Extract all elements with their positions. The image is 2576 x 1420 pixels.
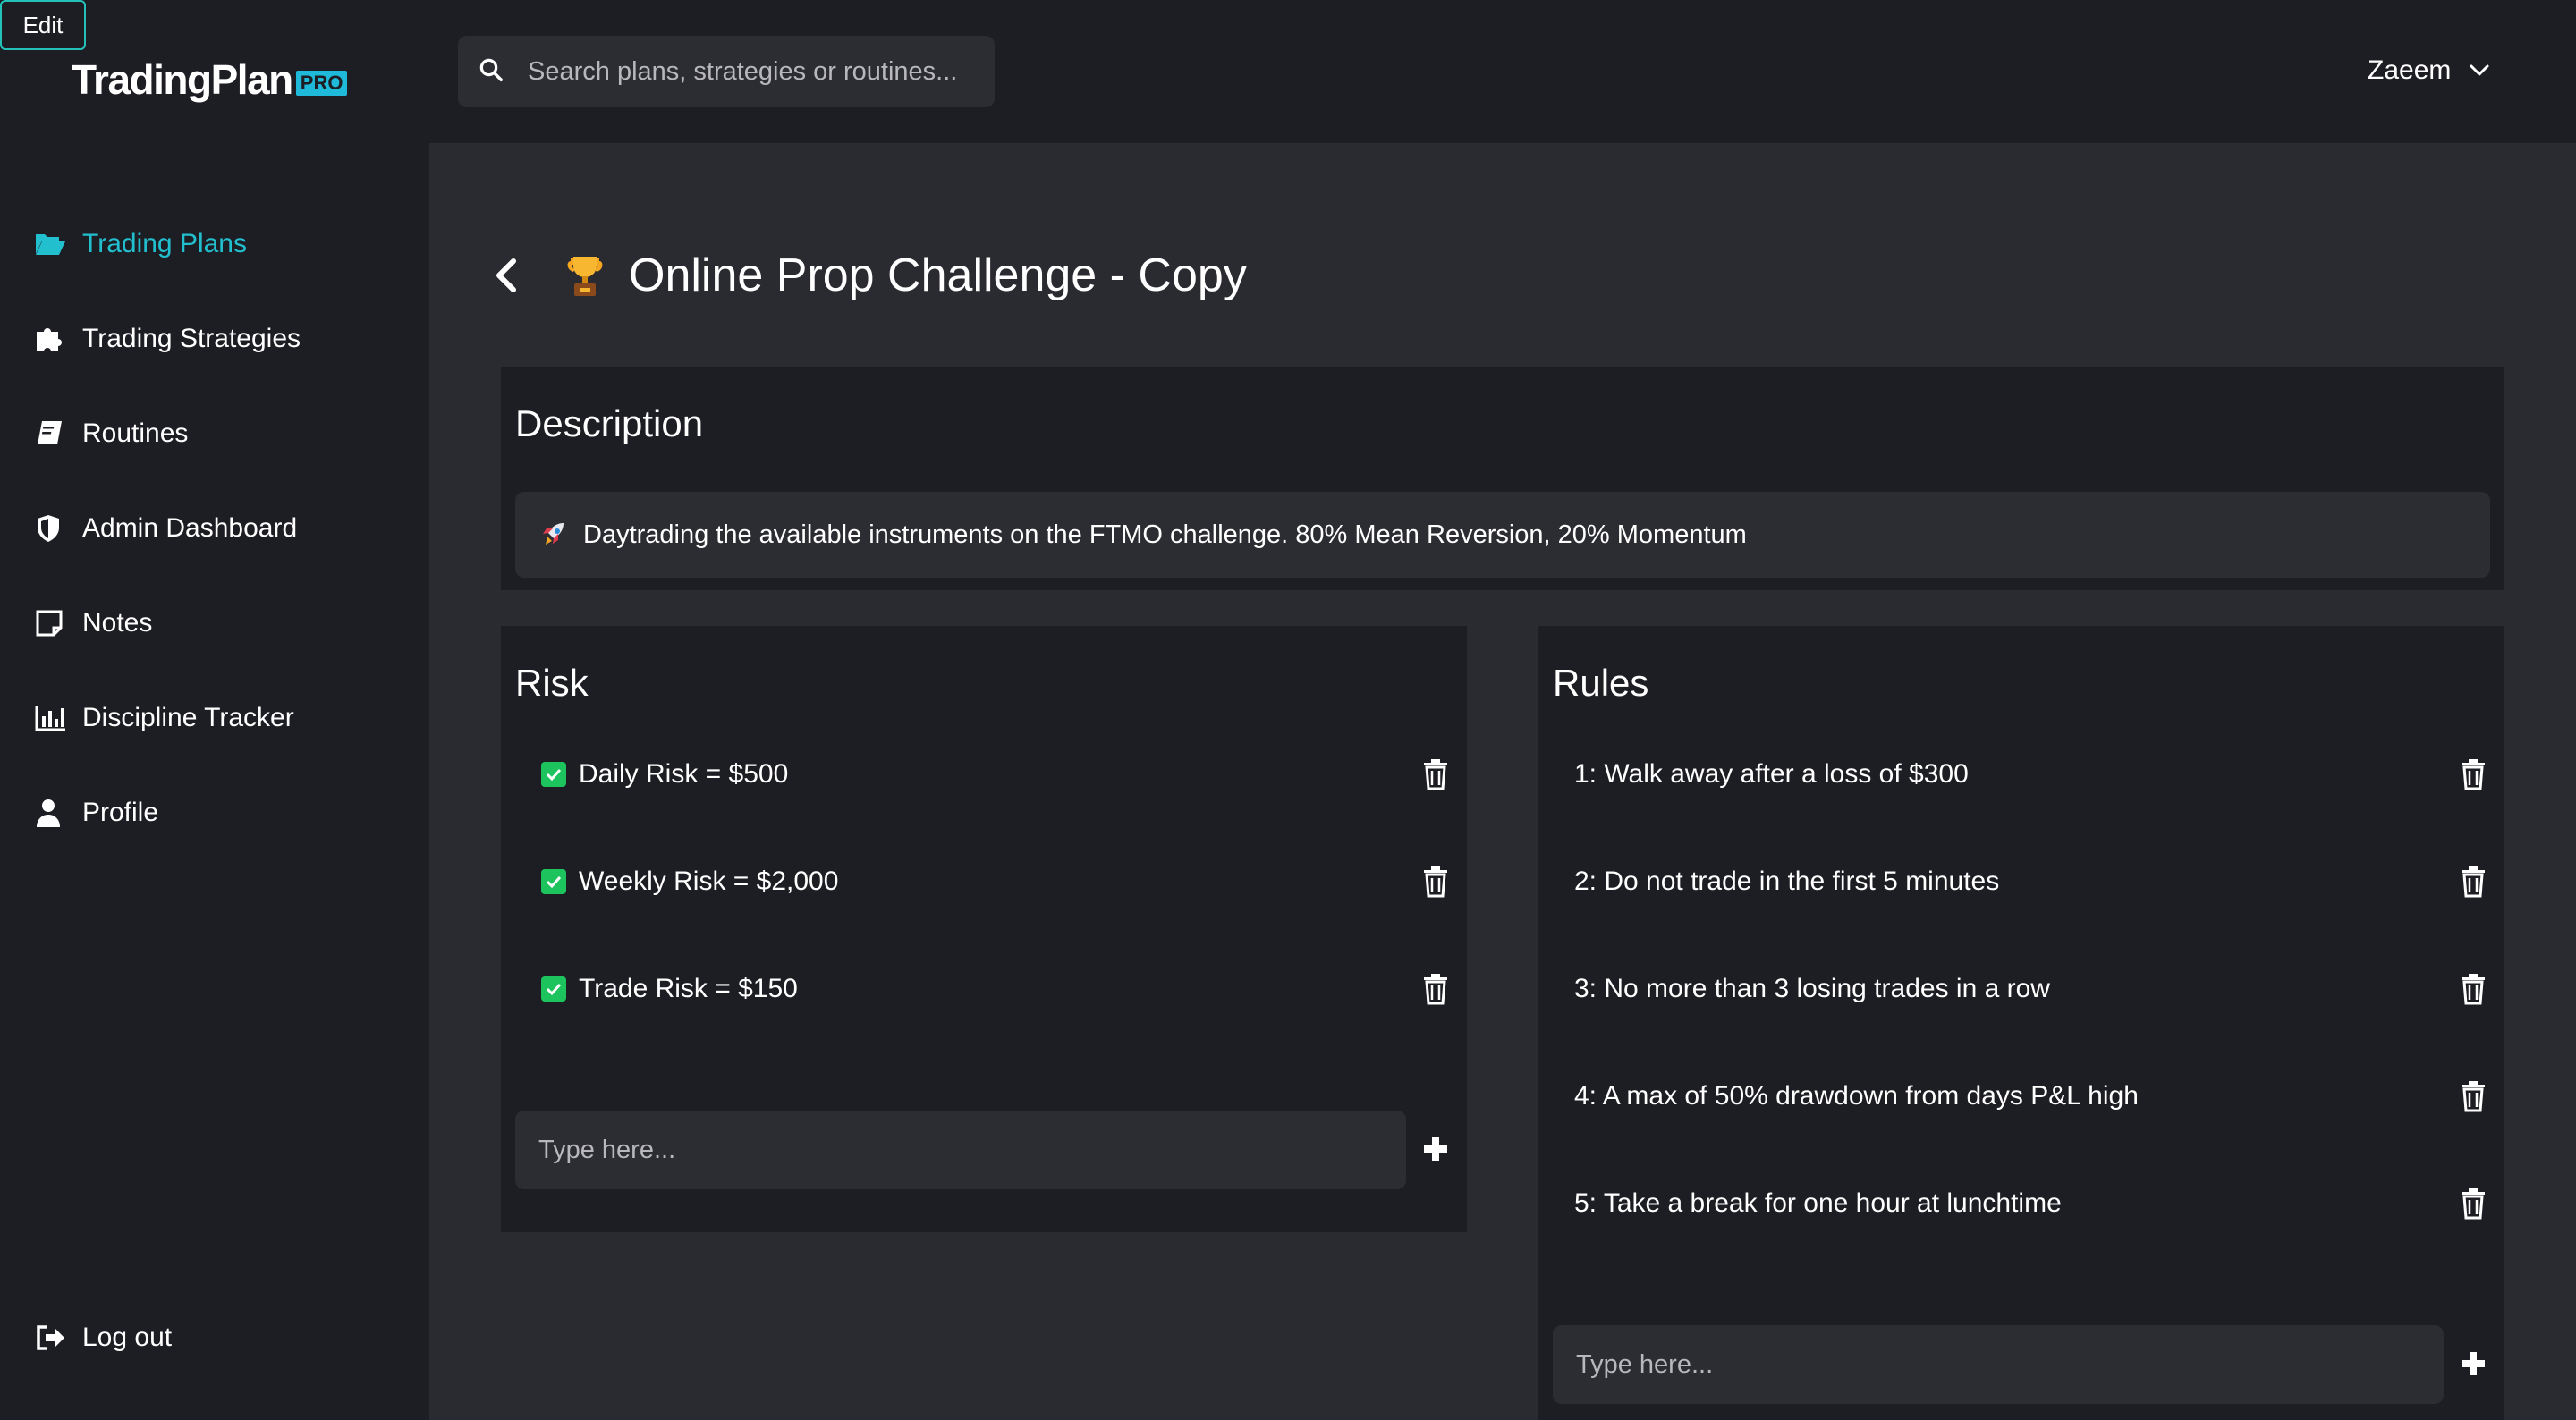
logo-text: TradingPlan (72, 56, 293, 103)
risk-item-label: Weekly Risk = $2,000 (579, 866, 839, 896)
user-name: Zaeem (2368, 55, 2452, 85)
sidebar-item-label: Profile (82, 798, 159, 827)
rule-item-label: 4: A max of 50% drawdown from days P&L h… (1574, 1081, 2139, 1111)
trash-icon[interactable] (1422, 973, 1449, 1005)
trash-icon[interactable] (2460, 758, 2487, 790)
trash-icon[interactable] (2460, 1188, 2487, 1220)
checkbox[interactable] (541, 762, 566, 787)
back-arrow-icon[interactable] (490, 256, 522, 295)
folder-open-icon (34, 226, 70, 262)
sidebar-item-label: Discipline Tracker (82, 703, 294, 732)
trash-icon[interactable] (2460, 866, 2487, 898)
description-box[interactable]: Daytrading the available instruments on … (515, 492, 2490, 578)
rule-item-label: 2: Do not trade in the first 5 minutes (1574, 866, 2000, 896)
rule-item: 2: Do not trade in the first 5 minutes (1574, 855, 1999, 909)
sidebar-item-label: Trading Strategies (82, 324, 301, 353)
chevron-down-icon (2470, 64, 2489, 76)
risk-item-label: Daily Risk = $500 (579, 759, 789, 789)
trash-icon[interactable] (2460, 1080, 2487, 1112)
sidebar-item-label: Routines (82, 418, 189, 448)
book-icon (34, 416, 70, 452)
sidebar-item-label: Trading Plans (82, 229, 247, 258)
plus-icon[interactable] (2460, 1350, 2487, 1377)
edit-button[interactable]: Edit (0, 0, 86, 50)
rule-item-label: 3: No more than 3 losing trades in a row (1574, 974, 2050, 1003)
plus-icon[interactable] (1422, 1136, 1449, 1162)
user-icon (34, 795, 70, 831)
risk-item: Weekly Risk = $2,000 (541, 855, 838, 909)
puzzle-icon (34, 321, 70, 357)
rules-add-field[interactable] (1553, 1325, 2444, 1404)
sidebar-item-discipline-tracker[interactable]: Discipline Tracker (34, 691, 294, 745)
sidebar-item-trading-strategies[interactable]: Trading Strategies (34, 312, 301, 366)
trash-icon[interactable] (2460, 973, 2487, 1005)
sidebar-item-trading-plans[interactable]: Trading Plans (34, 217, 247, 271)
sidebar-item-admin-dashboard[interactable]: Admin Dashboard (34, 502, 297, 555)
risk-item: Trade Risk = $150 (541, 962, 798, 1016)
rocket-icon (543, 523, 564, 545)
user-menu[interactable]: Zaeem (2368, 55, 2490, 86)
risk-add-field[interactable] (515, 1111, 1406, 1189)
shield-icon (34, 511, 70, 546)
sidebar-item-notes[interactable]: Notes (34, 596, 152, 650)
rules-panel: Rules (1538, 626, 2504, 1420)
description-panel: Description Daytrading the available ins… (501, 367, 2504, 590)
description-text: Daytrading the available instruments on … (583, 520, 1747, 549)
sidebar-item-label: Admin Dashboard (82, 513, 298, 543)
risk-item: Daily Risk = $500 (541, 748, 788, 801)
rules-add-input[interactable] (1574, 1348, 2360, 1381)
checkbox[interactable] (541, 976, 566, 1002)
description-heading: Description (515, 402, 704, 444)
trash-icon[interactable] (1422, 866, 1449, 898)
search-bar[interactable] (458, 36, 995, 107)
bar-chart-icon (34, 700, 70, 736)
page-title: Online Prop Challenge - Copy (629, 249, 1247, 301)
rule-item-label: 1: Walk away after a loss of $300 (1574, 759, 1969, 789)
logout-label: Log out (82, 1323, 173, 1352)
note-icon (34, 605, 70, 641)
search-icon (478, 56, 504, 88)
rule-item: 1: Walk away after a loss of $300 (1574, 748, 1969, 801)
logo[interactable]: TradingPlan PRO (72, 55, 348, 104)
rules-heading: Rules (1553, 662, 1649, 704)
logo-badge: PRO (295, 71, 348, 96)
search-input[interactable] (526, 55, 977, 88)
logout-button[interactable]: Log out (34, 1311, 172, 1365)
rule-item: 3: No more than 3 losing trades in a row (1574, 962, 2050, 1016)
logout-icon (34, 1320, 70, 1356)
rule-item-label: 5: Take a break for one hour at lunchtim… (1574, 1188, 2062, 1218)
trophy-icon (567, 257, 603, 296)
rule-item: 5: Take a break for one hour at lunchtim… (1574, 1177, 2062, 1230)
risk-heading: Risk (515, 662, 589, 704)
rule-item: 4: A max of 50% drawdown from days P&L h… (1574, 1069, 2139, 1123)
trash-icon[interactable] (1422, 758, 1449, 790)
sidebar-item-profile[interactable]: Profile (34, 786, 158, 840)
sidebar-item-routines[interactable]: Routines (34, 407, 188, 461)
checkbox[interactable] (541, 869, 566, 894)
sidebar-item-label: Notes (82, 608, 153, 638)
risk-item-label: Trade Risk = $150 (579, 974, 798, 1003)
risk-add-input[interactable] (537, 1134, 1323, 1166)
